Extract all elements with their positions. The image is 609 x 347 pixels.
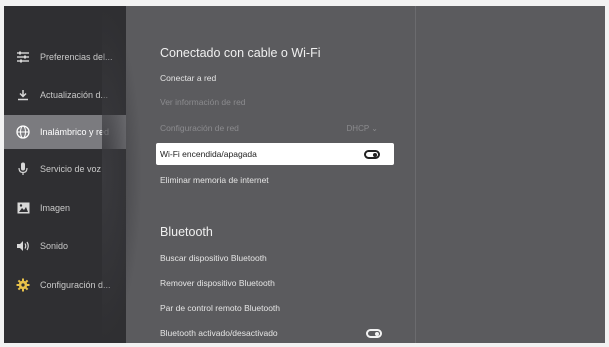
sidebar-item-settings[interactable]: Configuración d... <box>4 268 126 302</box>
view-network-info-item[interactable]: Ver información de red <box>160 91 398 113</box>
preferences-icon <box>16 50 30 64</box>
speaker-icon <box>16 239 30 253</box>
globe-network-icon <box>16 125 30 139</box>
network-config-value: DHCP ⌄ <box>346 123 378 133</box>
sidebar: Preferencias del... Actualización d... I… <box>4 6 142 343</box>
sidebar-item-voice[interactable]: Servicio de voz <box>4 152 126 186</box>
pair-remote-bluetooth-item[interactable]: Par de control remoto Bluetooth <box>160 297 398 319</box>
sidebar-item-preferences[interactable]: Preferencias del... <box>4 40 126 74</box>
wifi-toggle-item[interactable]: Wi-Fi encendida/apagada <box>156 143 394 165</box>
sidebar-item-label: Servicio de voz <box>40 164 102 174</box>
remove-bluetooth-item[interactable]: Remover dispositivo Bluetooth <box>160 272 398 294</box>
network-section-title: Conectado con cable o Wi-Fi <box>160 46 321 60</box>
sidebar-item-label: Actualización d... <box>40 90 109 100</box>
download-icon <box>16 88 30 102</box>
wifi-toggle-switch[interactable] <box>364 149 380 159</box>
gear-icon <box>16 278 30 292</box>
sidebar-item-label: Preferencias del... <box>40 52 113 62</box>
microphone-icon <box>16 162 30 176</box>
sidebar-item-update[interactable]: Actualización d... <box>4 78 126 112</box>
clear-internet-memory-item[interactable]: Eliminar memoria de internet <box>160 169 398 191</box>
connect-network-item[interactable]: Conectar a red <box>160 67 398 89</box>
sidebar-item-sound[interactable]: Sonido <box>4 229 126 263</box>
search-bluetooth-item[interactable]: Buscar dispositivo Bluetooth <box>160 247 398 269</box>
settings-window: Preferencias del... Actualización d... I… <box>4 6 605 343</box>
image-icon <box>16 201 30 215</box>
sidebar-item-image[interactable]: Imagen <box>4 191 126 225</box>
sidebar-item-label: Sonido <box>40 241 69 251</box>
network-config-item[interactable]: Configuración de red DHCP ⌄ <box>160 117 398 139</box>
bluetooth-section-title: Bluetooth <box>160 225 213 239</box>
bluetooth-toggle-item[interactable]: Bluetooth activado/desactivado <box>160 322 398 343</box>
panel-divider <box>415 6 416 343</box>
sidebar-item-label: Imagen <box>40 203 71 213</box>
sidebar-item-label: Configuración d... <box>40 280 111 290</box>
sidebar-item-wireless[interactable]: Inalámbrico y red <box>4 115 126 149</box>
bluetooth-toggle-switch[interactable] <box>366 328 382 338</box>
settings-panel: Conectado con cable o Wi-Fi Conectar a r… <box>156 6 412 343</box>
sidebar-item-label: Inalámbrico y red <box>40 127 110 137</box>
